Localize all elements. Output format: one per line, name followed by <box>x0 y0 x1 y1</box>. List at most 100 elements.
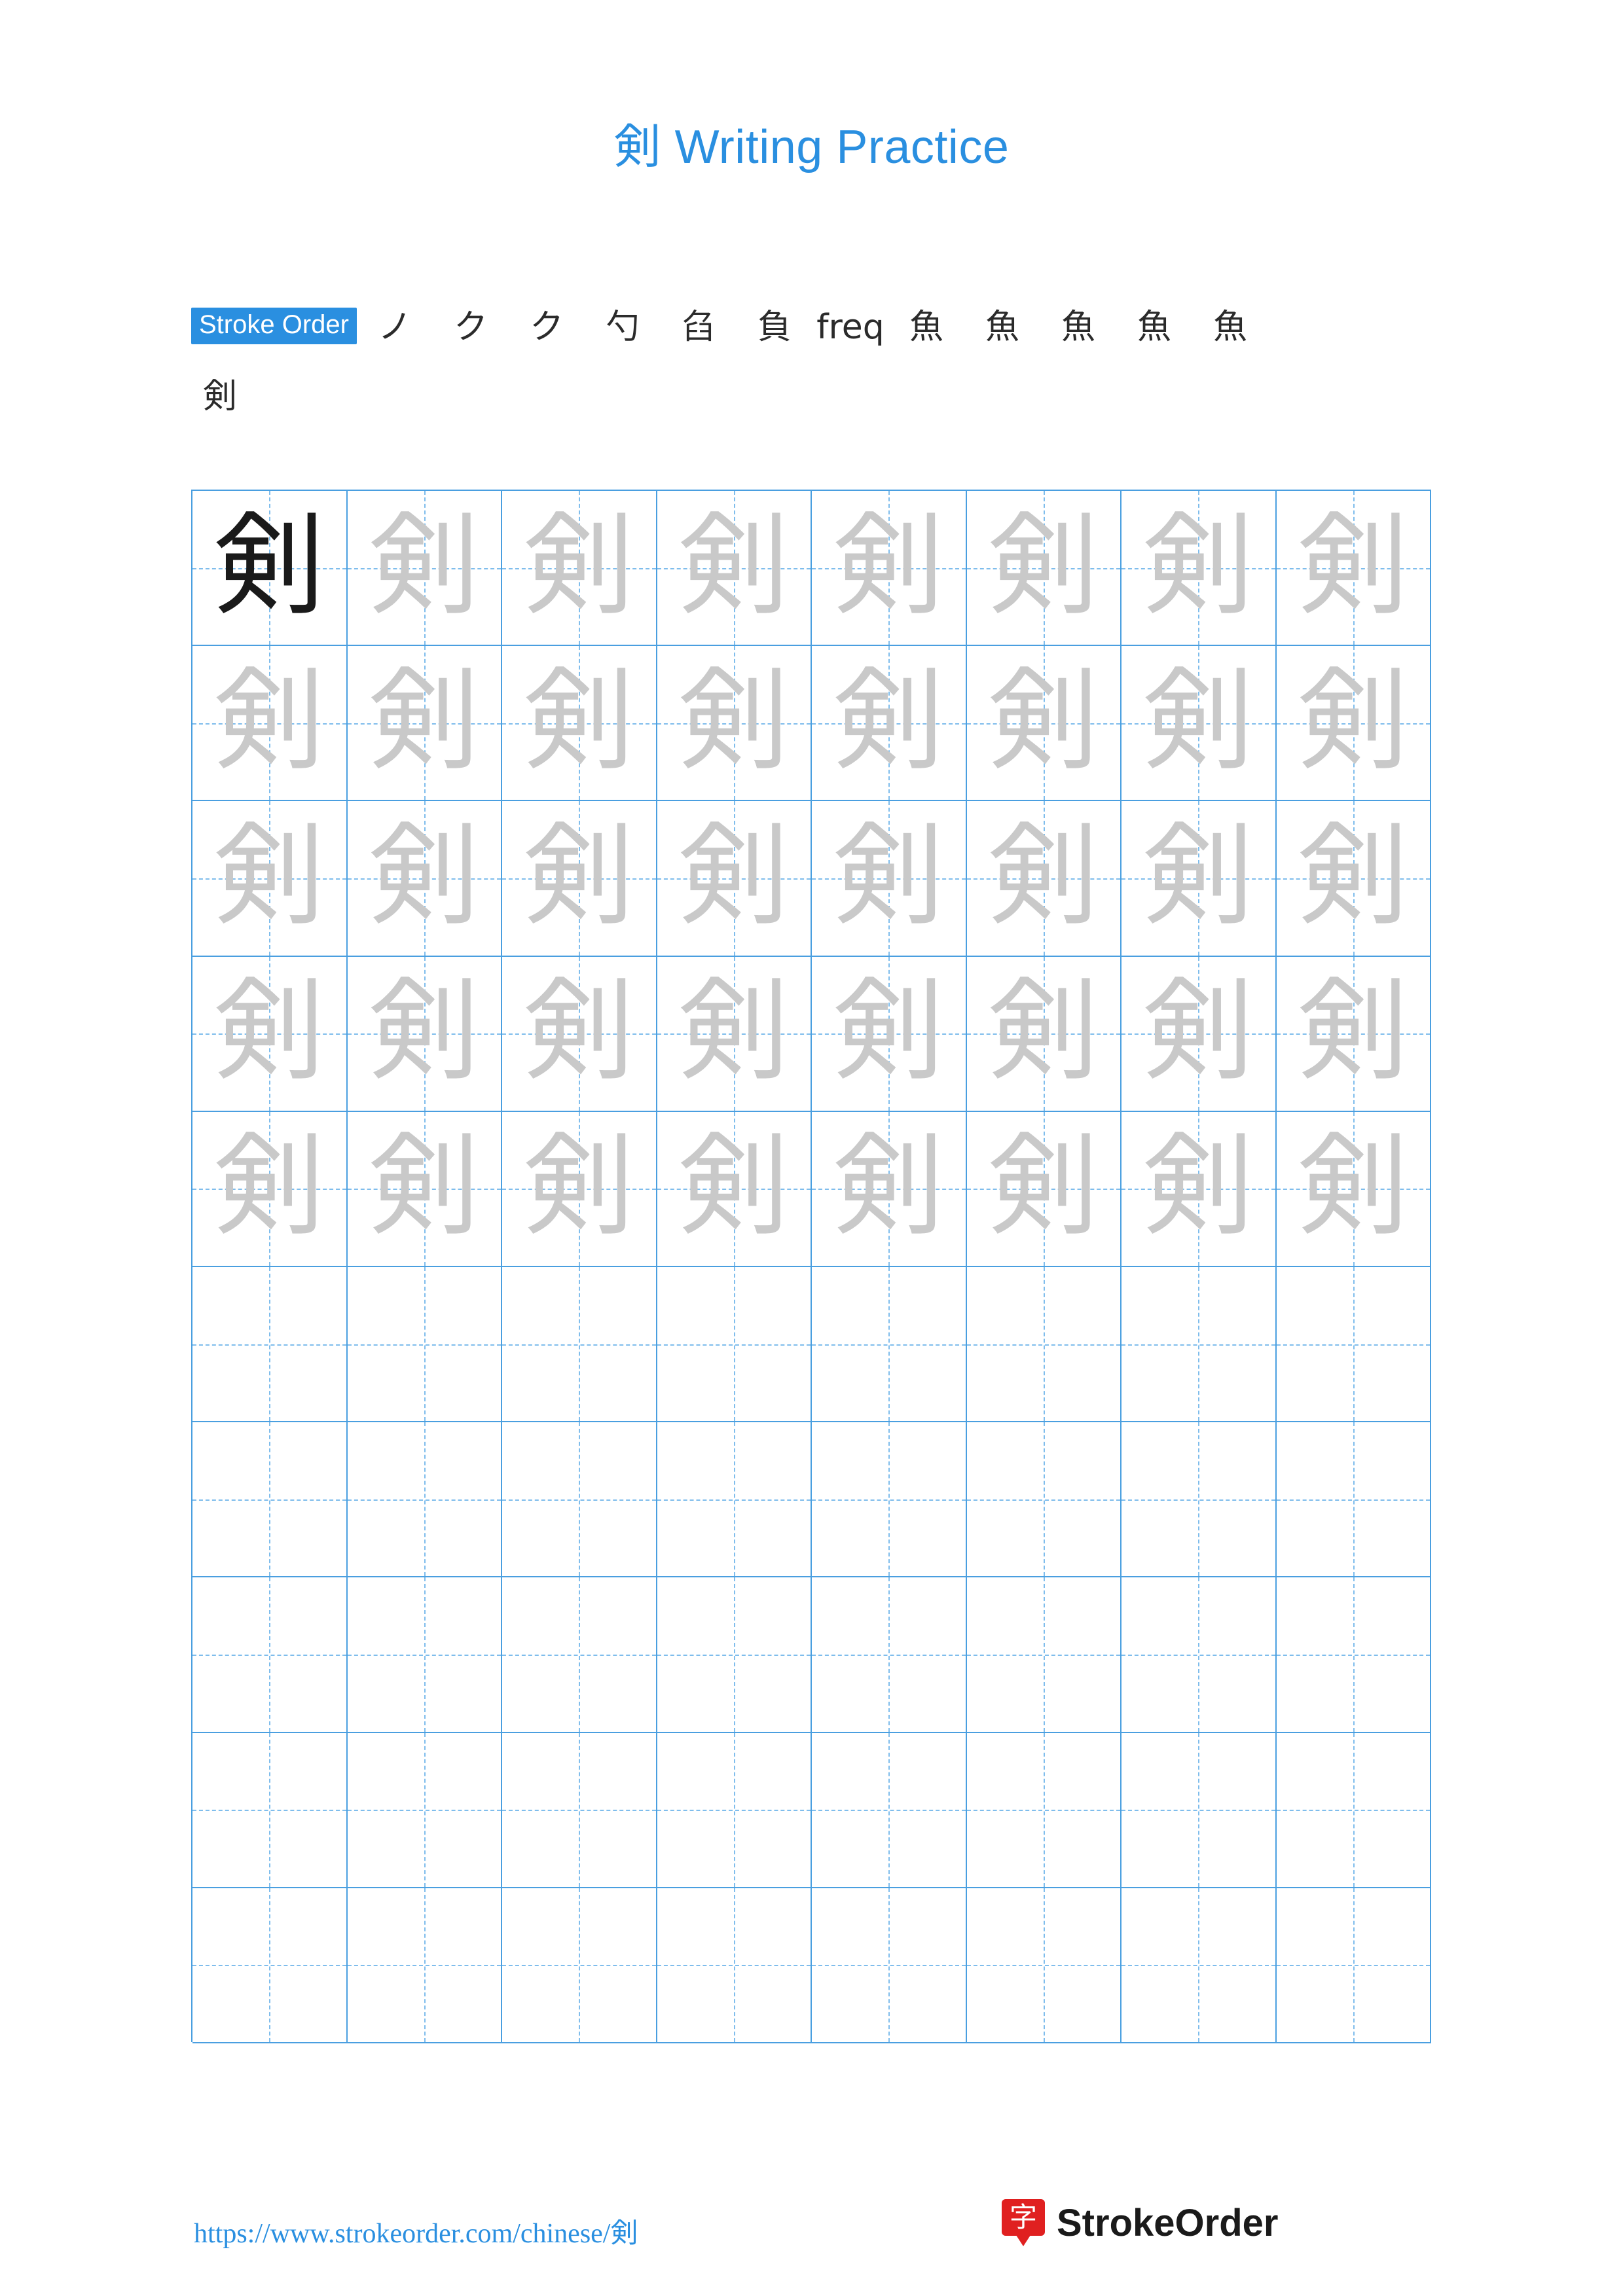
practice-cell[interactable]: 剣 <box>502 801 657 957</box>
practice-cell[interactable] <box>966 1888 1122 2043</box>
practice-cell[interactable]: 剣 <box>347 1111 502 1267</box>
practice-cell[interactable]: 剣 <box>347 491 502 647</box>
practice-cell[interactable] <box>812 1577 967 1733</box>
practice-grid-row: 剣剣剣剣剣剣剣剣 <box>192 491 1431 647</box>
practice-cell[interactable] <box>657 1422 812 1578</box>
practice-cell[interactable] <box>502 1888 657 2043</box>
page-title-character: 剣 <box>613 119 662 174</box>
practice-cell[interactable] <box>966 1422 1122 1578</box>
practice-cell[interactable] <box>1276 1422 1431 1578</box>
practice-cell[interactable]: 剣 <box>657 1111 812 1267</box>
practice-cell[interactable]: 剣 <box>502 646 657 802</box>
practice-cell[interactable]: 剣 <box>502 491 657 647</box>
practice-cell[interactable]: 剣 <box>1122 801 1277 957</box>
trace-character: 剣 <box>1297 501 1409 631</box>
practice-grid-row <box>192 1888 1431 2043</box>
practice-cell[interactable]: 剣 <box>1276 956 1431 1112</box>
practice-cell[interactable]: 剣 <box>812 801 967 957</box>
practice-cell[interactable]: 剣 <box>812 1111 967 1267</box>
practice-cell[interactable] <box>347 1577 502 1733</box>
practice-cell[interactable] <box>347 1888 502 2043</box>
practice-cell[interactable] <box>812 1266 967 1423</box>
practice-cell[interactable]: 剣 <box>657 491 812 647</box>
practice-cell[interactable] <box>1276 1888 1431 2043</box>
practice-cell[interactable] <box>1122 1732 1277 1888</box>
practice-cell[interactable]: 剣 <box>502 1111 657 1267</box>
trace-character: 剣 <box>987 811 1099 941</box>
practice-grid-row: 剣剣剣剣剣剣剣剣 <box>192 1111 1431 1267</box>
practice-cell[interactable] <box>1122 1422 1277 1578</box>
practice-grid: 剣剣剣剣剣剣剣剣剣剣剣剣剣剣剣剣剣剣剣剣剣剣剣剣剣剣剣剣剣剣剣剣剣剣剣剣剣剣剣剣 <box>191 490 1431 2043</box>
practice-cell[interactable]: 剣 <box>1276 1111 1431 1267</box>
practice-cell[interactable] <box>192 1266 348 1423</box>
practice-cell[interactable] <box>966 1577 1122 1733</box>
practice-cell[interactable] <box>192 1732 348 1888</box>
practice-cell[interactable]: 剣 <box>966 491 1122 647</box>
stroke-step: 勺 <box>605 308 640 347</box>
practice-cell[interactable] <box>502 1732 657 1888</box>
practice-cell[interactable]: 剣 <box>657 801 812 957</box>
practice-cell[interactable]: 剣 <box>502 956 657 1112</box>
practice-cell[interactable]: 剣 <box>347 956 502 1112</box>
practice-cell[interactable]: 剣 <box>966 956 1122 1112</box>
practice-cell[interactable] <box>1276 1732 1431 1888</box>
practice-cell[interactable] <box>502 1577 657 1733</box>
practice-cell[interactable] <box>1122 1888 1277 2043</box>
practice-cell[interactable] <box>966 1266 1122 1423</box>
practice-cell[interactable] <box>192 1577 348 1733</box>
brand-name: StrokeOrder <box>1057 2201 1279 2244</box>
practice-cell[interactable] <box>812 1422 967 1578</box>
practice-cell[interactable]: 剣 <box>192 491 348 647</box>
practice-cell[interactable]: 剣 <box>966 801 1122 957</box>
practice-cell[interactable] <box>502 1422 657 1578</box>
practice-cell[interactable] <box>192 1888 348 2043</box>
practice-cell[interactable]: 剣 <box>347 646 502 802</box>
practice-cell[interactable] <box>812 1888 967 2043</box>
practice-cell[interactable]: 剣 <box>1122 646 1277 802</box>
practice-cell[interactable] <box>1122 1266 1277 1423</box>
practice-cell[interactable]: 剣 <box>966 1111 1122 1267</box>
practice-cell[interactable]: 剣 <box>966 646 1122 802</box>
stroke-step: 負 <box>757 308 792 347</box>
stroke-step: ク <box>529 308 564 347</box>
practice-cell[interactable]: 剣 <box>1276 646 1431 802</box>
practice-cell[interactable]: 剣 <box>1276 491 1431 647</box>
practice-cell[interactable]: 剣 <box>812 956 967 1112</box>
trace-character: 剣 <box>987 501 1099 631</box>
practice-cell[interactable]: 剣 <box>657 646 812 802</box>
practice-cell[interactable] <box>966 1732 1122 1888</box>
practice-cell[interactable] <box>347 1732 502 1888</box>
practice-cell[interactable]: 剣 <box>1122 1111 1277 1267</box>
trace-character: 剣 <box>678 501 790 631</box>
practice-cell[interactable]: 剣 <box>1122 491 1277 647</box>
page-title-suffix: Writing Practice <box>661 121 1010 173</box>
practice-cell[interactable] <box>1276 1266 1431 1423</box>
trace-character: 剣 <box>523 656 635 786</box>
practice-cell[interactable] <box>812 1732 967 1888</box>
practice-cell[interactable]: 剣 <box>812 491 967 647</box>
practice-cell[interactable]: 剣 <box>812 646 967 802</box>
practice-cell[interactable]: 剣 <box>347 801 502 957</box>
practice-cell[interactable] <box>657 1888 812 2043</box>
practice-cell[interactable]: 剣 <box>192 1111 348 1267</box>
trace-character: 剣 <box>523 811 635 941</box>
practice-cell[interactable] <box>657 1732 812 1888</box>
practice-cell[interactable] <box>192 1422 348 1578</box>
practice-cell[interactable]: 剣 <box>192 646 348 802</box>
practice-cell[interactable]: 剣 <box>192 801 348 957</box>
practice-cell[interactable] <box>657 1266 812 1423</box>
practice-cell[interactable] <box>1276 1577 1431 1733</box>
practice-cell[interactable] <box>502 1266 657 1423</box>
footer-url[interactable]: https://www.strokeorder.com/chinese/剣 <box>194 2211 638 2251</box>
practice-cell[interactable] <box>1122 1577 1277 1733</box>
practice-cell[interactable]: 剣 <box>1276 801 1431 957</box>
practice-cell[interactable]: 剣 <box>657 956 812 1112</box>
practice-cell[interactable]: 剣 <box>192 956 348 1112</box>
trace-character: 剣 <box>1142 1122 1254 1252</box>
practice-cell[interactable] <box>347 1422 502 1578</box>
practice-cell[interactable]: 剣 <box>1122 956 1277 1112</box>
practice-cell[interactable] <box>657 1577 812 1733</box>
trace-character: 剣 <box>833 811 945 941</box>
practice-cell[interactable] <box>347 1266 502 1423</box>
logo-character: 字 <box>1002 2199 1045 2236</box>
